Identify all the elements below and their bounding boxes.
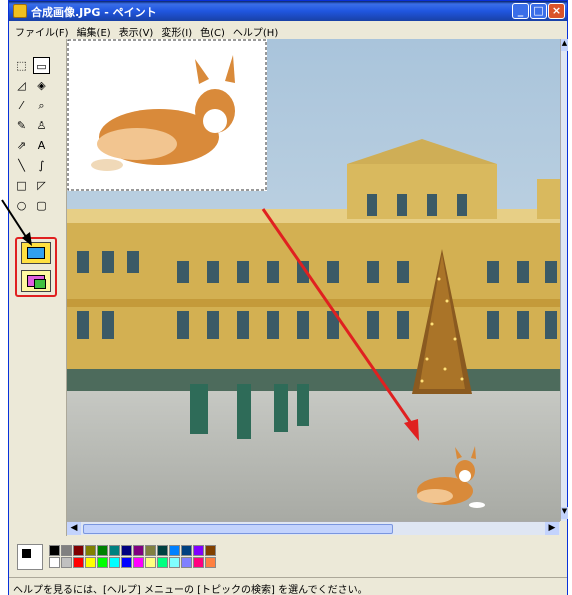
menu-bar: ファイル(F) 編集(E) 表示(V) 変形(I) 色(C) ヘルプ(H): [9, 21, 567, 39]
paint-window: 合成画像.JPG - ペイント _ □ × ファイル(F) 編集(E) 表示(V) 変…: [8, 0, 568, 595]
palette-swatch[interactable]: [145, 545, 156, 556]
transparent-option-icon-overlay: [34, 279, 46, 289]
free-select-tool[interactable]: ⬚: [13, 57, 30, 74]
color-picker-tool[interactable]: ⁄: [13, 97, 30, 114]
palette-swatch[interactable]: [97, 557, 108, 568]
pencil-tool[interactable]: ✎: [13, 117, 30, 134]
ellipse-tool[interactable]: ○: [13, 197, 30, 214]
minimize-button[interactable]: _: [512, 3, 529, 19]
horizontal-scrollbar[interactable]: ◀ ▶: [67, 521, 560, 535]
fill-tool[interactable]: ◈: [33, 77, 50, 94]
title-bar[interactable]: 合成画像.JPG - ペイント _ □ ×: [9, 1, 567, 21]
rectangle-tool[interactable]: □: [13, 177, 30, 194]
palette-swatch[interactable]: [193, 545, 204, 556]
palette-swatch[interactable]: [97, 545, 108, 556]
palette-swatch[interactable]: [85, 545, 96, 556]
menu-colors[interactable]: 色(C): [196, 21, 229, 39]
palette-swatch[interactable]: [157, 545, 168, 556]
palette-swatch[interactable]: [49, 545, 60, 556]
paint-app-icon: [13, 4, 27, 18]
current-colors[interactable]: [17, 544, 43, 570]
horizontal-scroll-thumb[interactable]: [83, 524, 393, 534]
scroll-down-arrow-icon[interactable]: ▼: [561, 507, 568, 519]
close-button[interactable]: ×: [548, 3, 565, 19]
palette-swatch[interactable]: [157, 557, 168, 568]
menu-help[interactable]: ヘルプ(H): [229, 21, 282, 39]
curve-tool[interactable]: ∫: [33, 157, 50, 174]
polygon-tool[interactable]: ◸: [33, 177, 50, 194]
palette-swatch[interactable]: [109, 545, 120, 556]
menu-edit[interactable]: 編集(E): [73, 21, 115, 39]
brush-tool[interactable]: ♙: [33, 117, 50, 134]
maximize-button[interactable]: □: [530, 3, 547, 19]
palette-swatch[interactable]: [121, 545, 132, 556]
transparent-selection-option[interactable]: [21, 270, 51, 292]
scroll-right-arrow-icon[interactable]: ▶: [545, 522, 559, 535]
scroll-up-arrow-icon[interactable]: ▲: [561, 39, 568, 51]
palette-swatch[interactable]: [205, 545, 216, 556]
palette-swatch[interactable]: [61, 545, 72, 556]
palette-swatch[interactable]: [133, 557, 144, 568]
palette-swatch[interactable]: [169, 557, 180, 568]
opaque-option-icon: [27, 247, 45, 259]
palette-swatch[interactable]: [145, 557, 156, 568]
selection-options-highlight: [15, 237, 57, 297]
text-tool[interactable]: A: [33, 137, 50, 154]
window-title: 合成画像.JPG - ペイント: [31, 6, 157, 19]
palette-swatch[interactable]: [181, 545, 192, 556]
opaque-selection-option[interactable]: [21, 242, 51, 264]
palette-swatch[interactable]: [109, 557, 120, 568]
toolbox: ⬚ ▭ ◿ ◈ ⁄ ⌕ ✎ ♙ ⇗ A ╲ ∫ □ ◸ ○ ▢: [9, 39, 67, 543]
palette-swatch[interactable]: [193, 557, 204, 568]
vertical-scrollbar[interactable]: ▲ ▼: [560, 39, 568, 521]
menu-file[interactable]: ファイル(F): [11, 21, 73, 39]
scroll-left-arrow-icon[interactable]: ◀: [67, 522, 81, 535]
palette-swatch[interactable]: [181, 557, 192, 568]
canvas-image: [67, 39, 560, 521]
palette-swatch[interactable]: [133, 545, 144, 556]
line-tool[interactable]: ╲: [13, 157, 30, 174]
palette-swatch[interactable]: [205, 557, 216, 568]
palette-swatch[interactable]: [85, 557, 96, 568]
menu-view[interactable]: 表示(V): [115, 21, 158, 39]
color-palette: [9, 536, 567, 576]
airbrush-tool[interactable]: ⇗: [13, 137, 30, 154]
foreground-color: [21, 548, 32, 559]
rounded-rect-tool[interactable]: ▢: [33, 197, 50, 214]
drawing-canvas[interactable]: [67, 39, 560, 521]
menu-image[interactable]: 変形(I): [157, 21, 196, 39]
palette-swatch[interactable]: [49, 557, 60, 568]
palette-swatch[interactable]: [169, 545, 180, 556]
eraser-tool[interactable]: ◿: [13, 77, 30, 94]
palette-swatch[interactable]: [121, 557, 132, 568]
magnifier-tool[interactable]: ⌕: [33, 97, 50, 114]
palette-swatch[interactable]: [73, 557, 84, 568]
rect-select-tool[interactable]: ▭: [33, 57, 50, 74]
palette-swatch[interactable]: [61, 557, 72, 568]
status-bar: ヘルプを見るには、[ヘルプ] メニューの [トピックの検索] を選んでください。: [9, 577, 567, 595]
palette-swatch[interactable]: [73, 545, 84, 556]
